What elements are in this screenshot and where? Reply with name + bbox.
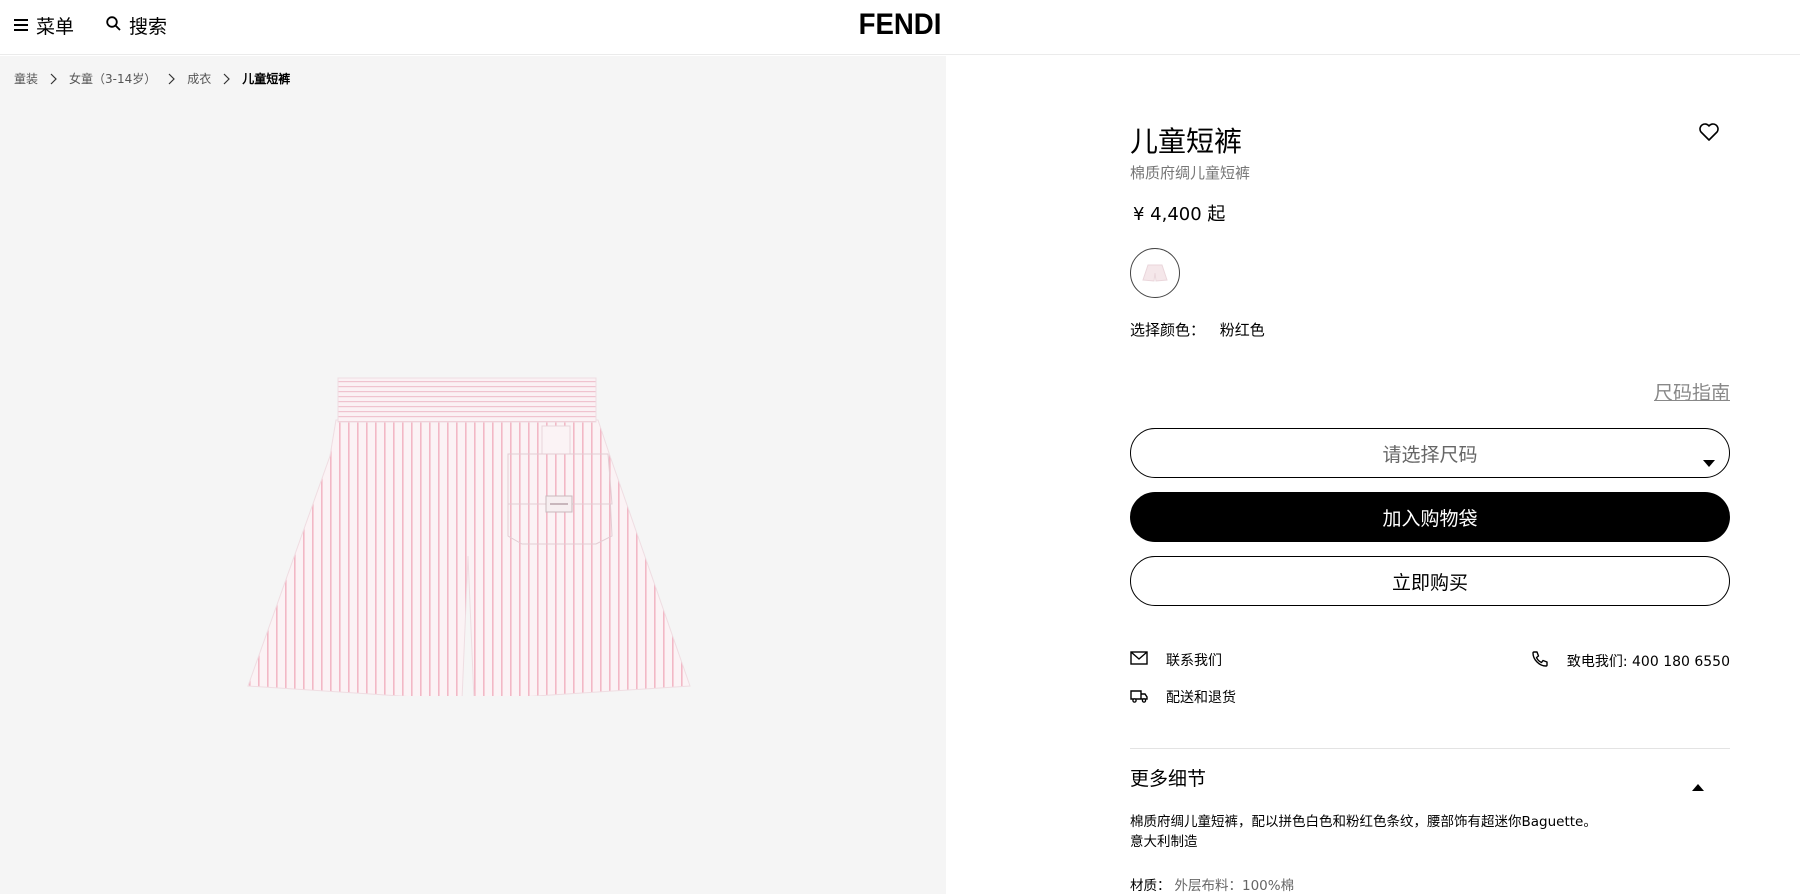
buy-now-button[interactable]: 立即购买 <box>1130 556 1730 606</box>
search-label: 搜索 <box>129 15 168 38</box>
size-placeholder: 请选择尺码 <box>1382 443 1478 466</box>
material-label: 材质： <box>1130 878 1171 894</box>
chevron-right-icon <box>168 73 176 85</box>
material-value: 外层布料：100%棉 <box>1174 878 1295 894</box>
caret-down-icon <box>1703 450 1715 472</box>
material-info: 材质： 外层布料：100%棉 <box>1130 874 1294 894</box>
size-guide-link[interactable]: 尺码指南 <box>1654 378 1730 405</box>
color-value: 粉红色 <box>1219 321 1265 339</box>
breadcrumb: 童装 女童（3-14岁） 成衣 儿童短裤 <box>14 70 290 87</box>
breadcrumb-item-clothing[interactable]: 成衣 <box>187 70 211 87</box>
product-price: ¥ 4,400 起 <box>1133 204 1226 225</box>
swatch-thumbnail <box>1142 264 1168 282</box>
add-to-bag-button[interactable]: 加入购物袋 <box>1130 492 1730 542</box>
delivery-label: 配送和退货 <box>1166 690 1236 706</box>
delivery-returns-link[interactable]: 配送和退货 <box>1130 687 1236 707</box>
product-info-panel: 儿童短裤 棉质府绸儿童短裤 ¥ 4,400 起 选择颜色： 粉红色 尺码指南 请… <box>1130 56 1730 894</box>
description-line: 意大利制造 <box>1130 834 1198 850</box>
phone-link[interactable]: 致电我们: 400 180 6550 <box>1531 650 1730 672</box>
caret-up-icon <box>1692 774 1704 796</box>
description-line: 棉质府绸儿童短裤，配以拼色白色和粉红色条纹，腰部饰有超迷你Baguette。 <box>1130 814 1597 830</box>
color-swatch[interactable] <box>1130 248 1180 298</box>
heart-icon <box>1698 123 1720 146</box>
menu-icon <box>14 14 28 36</box>
product-image[interactable] <box>240 376 700 696</box>
product-description: 棉质府绸儿童短裤，配以拼色白色和粉红色条纹，腰部饰有超迷你Baguette。 意… <box>1130 812 1597 852</box>
product-title: 儿童短裤 <box>1130 125 1243 158</box>
search-icon <box>106 14 121 36</box>
search-button[interactable]: 搜索 <box>106 12 167 38</box>
breadcrumb-item-current: 儿童短裤 <box>242 72 291 86</box>
product-subtitle: 棉质府绸儿童短裤 <box>1130 164 1251 182</box>
phone-label: 致电我们: 400 180 6550 <box>1566 654 1730 670</box>
mail-icon <box>1130 651 1148 669</box>
chevron-right-icon <box>50 73 57 85</box>
breadcrumb-item-girls[interactable]: 女童（3-14岁） <box>69 70 156 87</box>
site-header: 菜单 搜索 FENDI <box>0 0 1800 55</box>
truck-icon <box>1130 688 1148 707</box>
size-select[interactable]: 请选择尺码 <box>1130 428 1730 478</box>
more-details-toggle[interactable]: 更多细节 <box>1130 764 1730 794</box>
product-image-panel: 童装 女童（3-14岁） 成衣 儿童短裤 <box>0 56 946 894</box>
color-label: 选择颜色： <box>1130 321 1206 339</box>
breadcrumb-item-kids[interactable]: 童装 <box>14 70 38 87</box>
divider <box>1130 748 1730 749</box>
color-selection: 选择颜色： 粉红色 <box>1130 319 1265 340</box>
phone-icon <box>1531 650 1549 672</box>
contact-label: 联系我们 <box>1166 653 1222 669</box>
wishlist-button[interactable] <box>1698 122 1720 146</box>
brand-logo[interactable]: FENDI <box>859 8 942 42</box>
more-details-label: 更多细节 <box>1130 768 1207 790</box>
chevron-right-icon <box>223 73 231 85</box>
contact-us-link[interactable]: 联系我们 <box>1130 650 1222 670</box>
menu-button[interactable]: 菜单 <box>14 12 74 38</box>
menu-label: 菜单 <box>36 15 75 38</box>
